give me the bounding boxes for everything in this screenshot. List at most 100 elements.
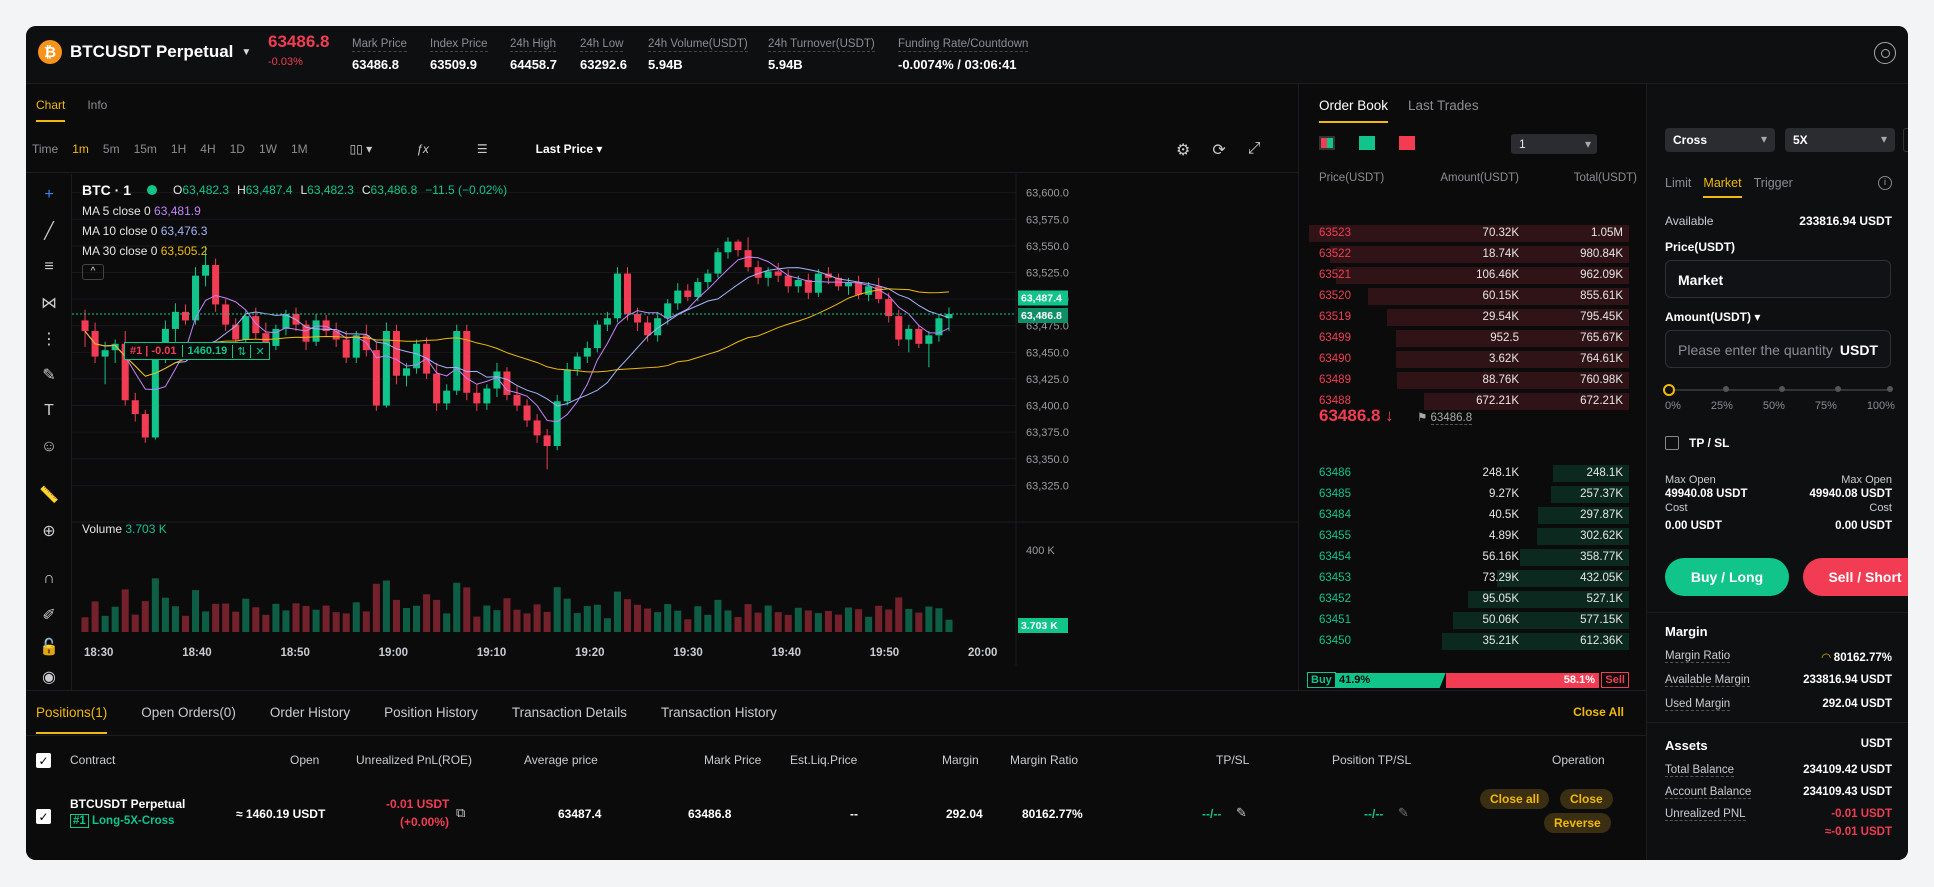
bid-row[interactable]: 63450 35.21K 612.36K [1299, 632, 1629, 651]
fib-icon[interactable]: ⋮ [38, 328, 60, 350]
bid-row[interactable]: 63486 248.1K 248.1K [1299, 464, 1629, 483]
mark-25[interactable]: 25% [1711, 400, 1733, 412]
close-icon[interactable]: ✕ [250, 344, 268, 358]
reverse-icon[interactable]: ⇅ [232, 344, 250, 358]
symbol-selector[interactable]: ₿ BTCUSDT Perpetual ▼ [38, 40, 251, 64]
timeframe-time[interactable]: Time [32, 142, 58, 156]
price-field[interactable]: Market [1665, 260, 1891, 298]
mark-75[interactable]: 75% [1815, 400, 1837, 412]
refresh-icon[interactable]: ⟳ [1212, 140, 1225, 160]
timeframe-1d[interactable]: 1D [230, 142, 245, 156]
bid-row[interactable]: 63453 73.29K 432.05K [1299, 569, 1629, 588]
mark-100[interactable]: 100% [1867, 400, 1895, 412]
emoji-icon[interactable]: ☺ [38, 436, 60, 458]
tab-chart[interactable]: Chart [36, 98, 66, 122]
lock-icon[interactable]: 🔓 [38, 636, 60, 658]
buy-long-button[interactable]: Buy / Long [1665, 558, 1789, 596]
ask-row[interactable]: 63522 18.74K 980.84K [1299, 245, 1629, 264]
book-amount: 35.21K [1482, 635, 1519, 647]
eye-icon[interactable]: ◉ [38, 666, 60, 688]
pattern-icon[interactable]: ⋈ [38, 292, 60, 314]
candle-type-icon[interactable]: ▯▯ ▾ [350, 142, 373, 156]
position-tag[interactable]: #1 | -0.01 1460.19 ⇅ ✕ [124, 342, 270, 360]
bid-row[interactable]: 63452 95.05K 527.1K [1299, 590, 1629, 609]
timeframe-1m[interactable]: 1m [72, 142, 89, 156]
sell-short-button[interactable]: Sell / Short [1803, 558, 1908, 596]
chart-settings-icon[interactable]: ⚙ [1176, 140, 1190, 160]
mark-50[interactable]: 50% [1763, 400, 1785, 412]
settings-icon[interactable] [1874, 42, 1896, 64]
ruler-icon[interactable]: 📏 [38, 484, 60, 506]
calculator-icon[interactable]: ± [1903, 128, 1908, 152]
ask-row[interactable]: 63490 3.62K 764.61K [1299, 350, 1629, 369]
lock-draw-icon[interactable]: ✐ [38, 604, 60, 626]
amount-slider[interactable] [1663, 384, 1893, 396]
tab-limit[interactable]: Limit [1665, 176, 1691, 198]
fullscreen-icon[interactable]: ⤢ [1248, 140, 1261, 160]
info-icon[interactable]: i [1878, 176, 1892, 190]
tab-order-book[interactable]: Order Book [1319, 98, 1389, 123]
close-all-position-button[interactable]: Close all [1480, 789, 1550, 809]
menu-icon[interactable]: ☰ [477, 142, 488, 156]
tab-order-history[interactable]: Order History [270, 705, 350, 734]
tab-trigger[interactable]: Trigger [1754, 176, 1793, 198]
tpsl-checkbox[interactable] [1665, 436, 1679, 450]
crosshair-icon[interactable]: + [38, 184, 60, 206]
margin-mode-select[interactable]: Cross [1665, 128, 1775, 152]
tab-position-history[interactable]: Position History [384, 705, 478, 734]
leverage-select[interactable]: 5X [1785, 128, 1895, 152]
ask-row[interactable]: 63523 70.32K 1.05M [1299, 224, 1629, 243]
bid-row[interactable]: 63451 50.06K 577.15K [1299, 611, 1629, 630]
timeframe-1w[interactable]: 1W [259, 142, 277, 156]
bid-row[interactable]: 63484 40.5K 297.87K [1299, 506, 1629, 525]
collapse-legend-button[interactable]: ^ [82, 264, 104, 280]
horizontal-lines-icon[interactable]: ≡ [38, 256, 60, 278]
timeframe-4h[interactable]: 4H [200, 142, 215, 156]
price-source-select[interactable]: Last Price ▾ [536, 142, 603, 156]
timeframe-15m[interactable]: 15m [134, 142, 157, 156]
book-bids-icon[interactable] [1359, 136, 1375, 150]
ask-row[interactable]: 63519 29.54K 795.45K [1299, 308, 1629, 327]
edit-position-tpsl-icon[interactable]: ✎ [1398, 805, 1409, 821]
bid-row[interactable]: 63485 9.27K 257.37K [1299, 485, 1629, 504]
tab-transaction-history[interactable]: Transaction History [661, 705, 777, 734]
reverse-position-button[interactable]: Reverse [1544, 813, 1611, 833]
mid-mark-value: 63486.8 [1430, 412, 1473, 425]
ask-row[interactable]: 63521 106.46K 962.09K [1299, 266, 1629, 285]
tab-transaction-details[interactable]: Transaction Details [512, 705, 627, 734]
book-asks-icon[interactable] [1399, 136, 1415, 150]
row-checkbox[interactable]: ✓ [36, 809, 51, 824]
volume-bar [664, 604, 672, 632]
bid-row[interactable]: 63454 56.16K 358.77K [1299, 548, 1629, 567]
amount-label[interactable]: Amount(USDT) ▾ [1665, 310, 1760, 324]
ask-row[interactable]: 63520 60.15K 855.61K [1299, 287, 1629, 306]
tab-market[interactable]: Market [1703, 176, 1742, 198]
trendline-icon[interactable]: ╱ [38, 220, 60, 242]
select-all-checkbox[interactable]: ✓ [36, 753, 51, 768]
timeframe-1mo[interactable]: 1M [291, 142, 308, 156]
ask-row[interactable]: 63489 88.76K 760.98K [1299, 371, 1629, 390]
book-both-icon[interactable] [1319, 136, 1335, 150]
tab-last-trades[interactable]: Last Trades [1408, 98, 1479, 123]
indicators-icon[interactable]: ƒx [416, 142, 429, 156]
slider-handle[interactable] [1663, 384, 1675, 396]
edit-tpsl-icon[interactable]: ✎ [1236, 805, 1247, 821]
tab-positions[interactable]: Positions(1) [36, 705, 108, 734]
brush-icon[interactable]: ✎ [38, 364, 60, 386]
text-icon[interactable]: T [38, 400, 60, 422]
amount-field[interactable]: Please enter the quantity USDT [1665, 330, 1891, 368]
zoom-icon[interactable]: ⊕ [38, 520, 60, 542]
ask-row[interactable]: 63499 952.5 765.67K [1299, 329, 1629, 348]
close-position-button[interactable]: Close [1560, 789, 1613, 809]
depth-select[interactable]: 1 ▾ [1511, 134, 1597, 154]
candle [814, 273, 822, 293]
share-icon[interactable]: ⧉ [456, 805, 465, 821]
tab-open-orders[interactable]: Open Orders(0) [141, 705, 236, 734]
magnet-icon[interactable]: ∩ [38, 568, 60, 590]
close-all-button[interactable]: Close All [1573, 705, 1624, 719]
timeframe-5m[interactable]: 5m [103, 142, 120, 156]
tab-info[interactable]: Info [87, 98, 107, 122]
bid-row[interactable]: 63455 4.89K 302.62K [1299, 527, 1629, 546]
timeframe-1h[interactable]: 1H [171, 142, 186, 156]
mark-0[interactable]: 0% [1665, 400, 1681, 412]
